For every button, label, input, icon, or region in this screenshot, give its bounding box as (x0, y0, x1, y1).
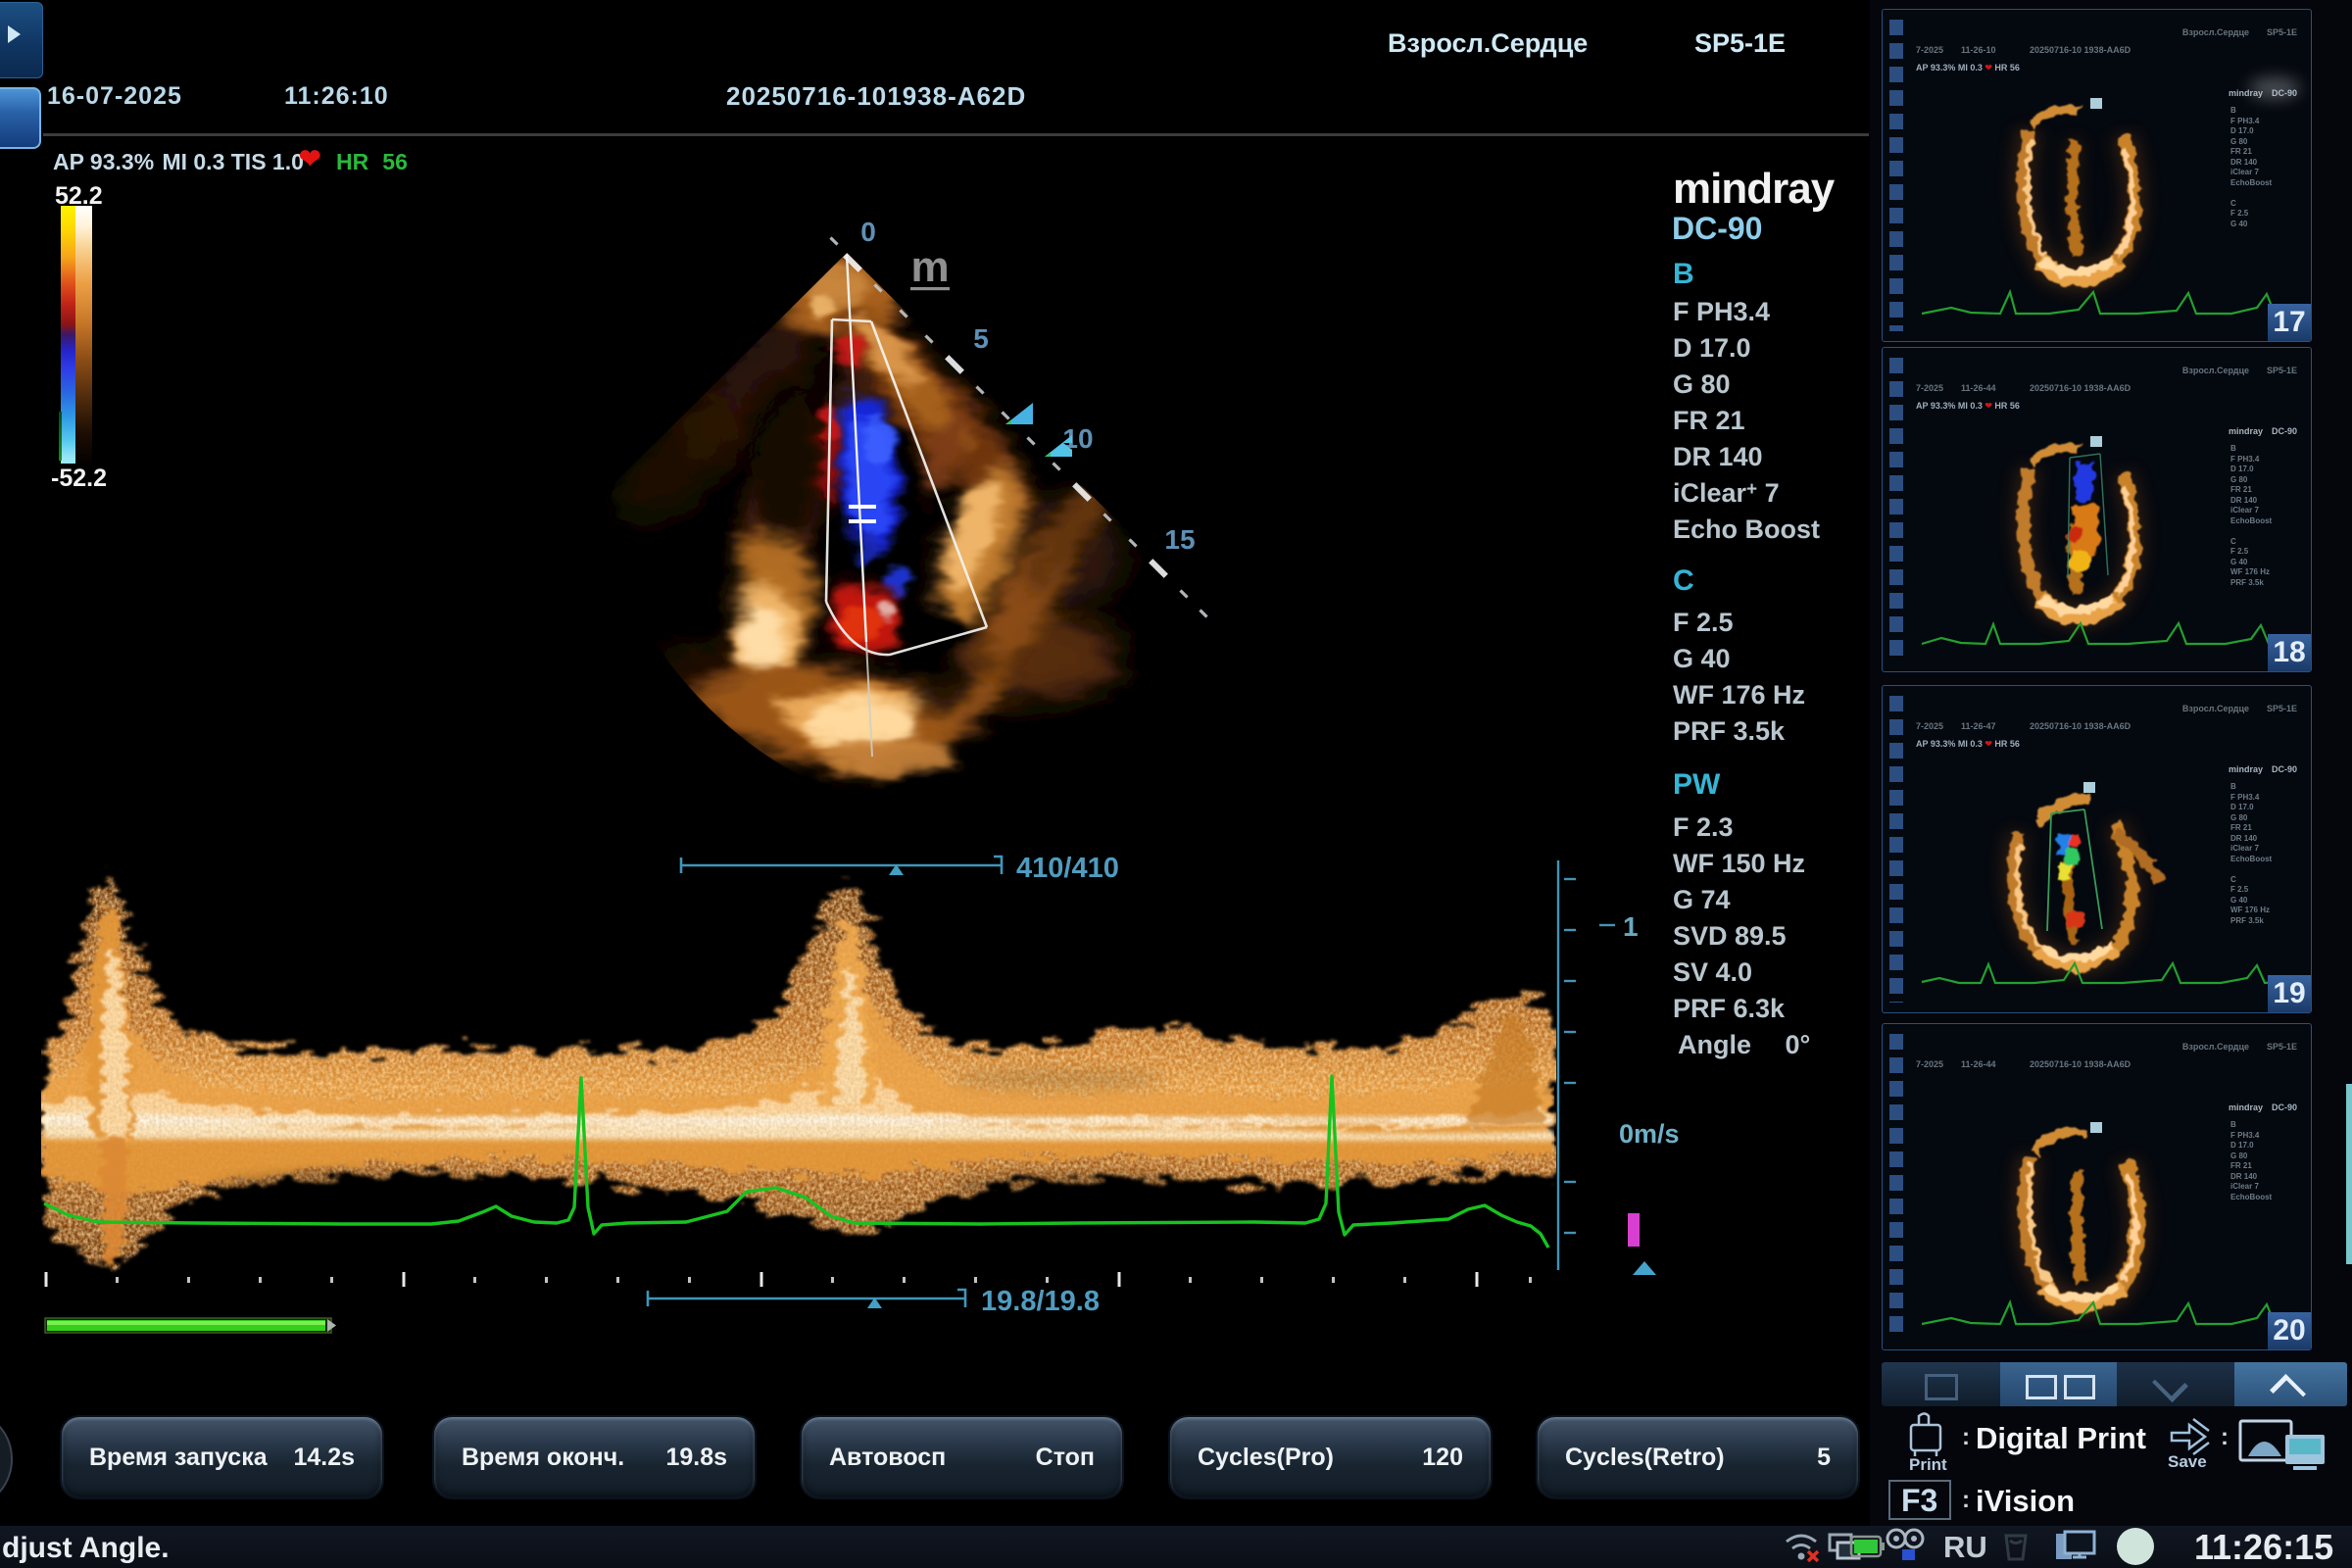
svg-text:15: 15 (1164, 524, 1195, 555)
svg-text::: : (1962, 1424, 1970, 1450)
svg-text:0m/s: 0m/s (1619, 1119, 1680, 1149)
svg-text:11:26:15: 11:26:15 (2194, 1527, 2333, 1567)
svg-text:m: m (910, 243, 949, 291)
svg-text:iVision: iVision (1976, 1484, 2075, 1518)
svg-text::: : (2221, 1424, 2229, 1450)
svg-text:19.8/19.8: 19.8/19.8 (981, 1286, 1100, 1317)
svg-text:0: 0 (860, 217, 876, 247)
svg-text:1: 1 (1623, 911, 1639, 942)
svg-text:Save: Save (2168, 1452, 2207, 1471)
svg-text::: : (1962, 1487, 1970, 1513)
svg-text:5: 5 (973, 323, 989, 354)
svg-text:Digital Print: Digital Print (1976, 1421, 2146, 1455)
svg-text:RU: RU (1943, 1530, 1987, 1564)
svg-text:F3: F3 (1901, 1483, 1937, 1518)
svg-text:Print: Print (1909, 1455, 1947, 1474)
